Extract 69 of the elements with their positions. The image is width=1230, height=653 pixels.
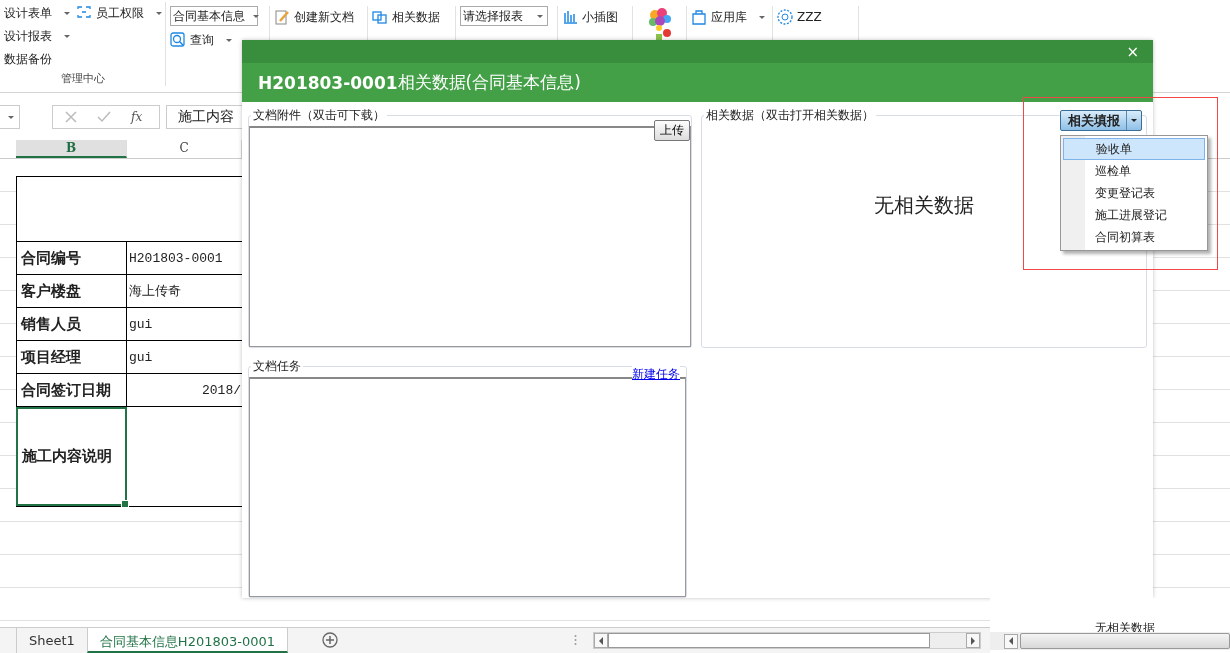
table-cell[interactable]: 项目经理 [16,341,127,373]
table-cell[interactable]: 合同签订日期 [16,374,127,406]
more-icon[interactable] [574,634,578,646]
caret-icon [8,115,14,119]
table-cell[interactable]: 合同编号 [16,242,127,274]
function-button[interactable]: fx [131,110,143,124]
ribbon-menu-button[interactable]: 设计表单 [4,2,70,24]
cancel-icon[interactable] [65,111,77,123]
group-label: 文档任务 [252,358,302,375]
caret-icon [64,34,70,38]
check-icon[interactable] [97,111,111,123]
empty-message: 无相关数据 [874,192,974,219]
menu-item[interactable]: 变更登记表 [1063,182,1205,204]
ribbon-button[interactable]: 相关数据 [372,6,440,28]
new-task-link[interactable]: 新建任务 [632,366,680,383]
menu-item[interactable]: 施工进展登记 [1063,204,1205,226]
table-cell[interactable]: 销售人员 [16,308,127,340]
sheet-tab[interactable]: Sheet1 [17,628,87,653]
dialog-title: H201803-0001相关数据(合同基本信息) [242,63,1153,102]
ribbon-menu-button[interactable]: 员工权限 [76,2,162,24]
menu-item[interactable]: 合同初算表 [1063,226,1205,248]
table-cell[interactable]: 客户楼盘 [16,275,127,307]
ribbon-menu-button[interactable]: 设计报表 [4,25,70,47]
caret-icon [64,11,70,15]
scroll-left-button[interactable] [1004,633,1018,649]
table-cell[interactable]: 海上传奇 [127,275,242,307]
horizontal-scrollbar[interactable] [593,632,982,649]
dropdown-field[interactable]: 合同基本信息 [170,6,258,26]
ribbon-menu-button[interactable]: 应用库 [691,6,765,28]
fill-handle[interactable] [121,500,129,508]
scroll-left-button[interactable] [594,633,609,648]
menu-item[interactable]: 验收单 [1063,138,1205,160]
table-cell[interactable]: H201803-0001 [127,242,242,274]
scroll-right-button[interactable] [966,633,981,648]
add-sheet-button[interactable] [322,632,339,648]
name-box[interactable] [0,105,20,129]
edit-document-icon [274,9,290,25]
bag-icon [691,9,707,25]
caret-icon [156,11,162,15]
bar-chart-icon [562,9,578,25]
table-cell[interactable]: gui [127,308,242,340]
search-icon [170,32,186,48]
table-cell[interactable]: 施工内容说明 [16,407,127,506]
table-cell[interactable]: gui [127,341,242,373]
caret-icon [759,15,765,19]
dropdown-field[interactable]: 请选择报表 [460,6,548,26]
caret-icon [226,38,232,42]
table-cell[interactable]: 2018/ [127,374,242,406]
caret-icon [253,14,259,18]
ribbon-button[interactable]: 数据备份 [4,48,70,70]
frame-icon [76,5,92,21]
ribbon-menu-button[interactable]: 查询 [170,29,258,51]
circle-icon [777,9,793,25]
menu-item[interactable]: 巡检单 [1063,160,1205,182]
group-caption: 管理中心 [59,71,106,86]
horizontal-scrollbar[interactable] [990,632,1230,650]
column-header[interactable]: B [16,140,127,158]
scrollbar-thumb[interactable] [608,633,931,648]
upload-button[interactable]: 上传 [654,120,690,141]
scrollbar-thumb[interactable] [1019,633,1230,649]
sheet-tab[interactable]: 合同基本信息H201803-0001 [86,628,289,653]
close-button[interactable]: × [1126,42,1139,61]
ribbon-button[interactable]: 创建新文档 [274,6,354,28]
group-label: 相关数据（双击打开相关数据） [705,107,875,124]
ribbon-button[interactable]: 小插图 [562,6,618,28]
ribbon-button[interactable]: ZZZ [777,6,822,28]
caret-icon [537,14,543,18]
linked-squares-icon [372,9,388,25]
fill-report-button[interactable]: 相关填报 [1060,110,1142,131]
